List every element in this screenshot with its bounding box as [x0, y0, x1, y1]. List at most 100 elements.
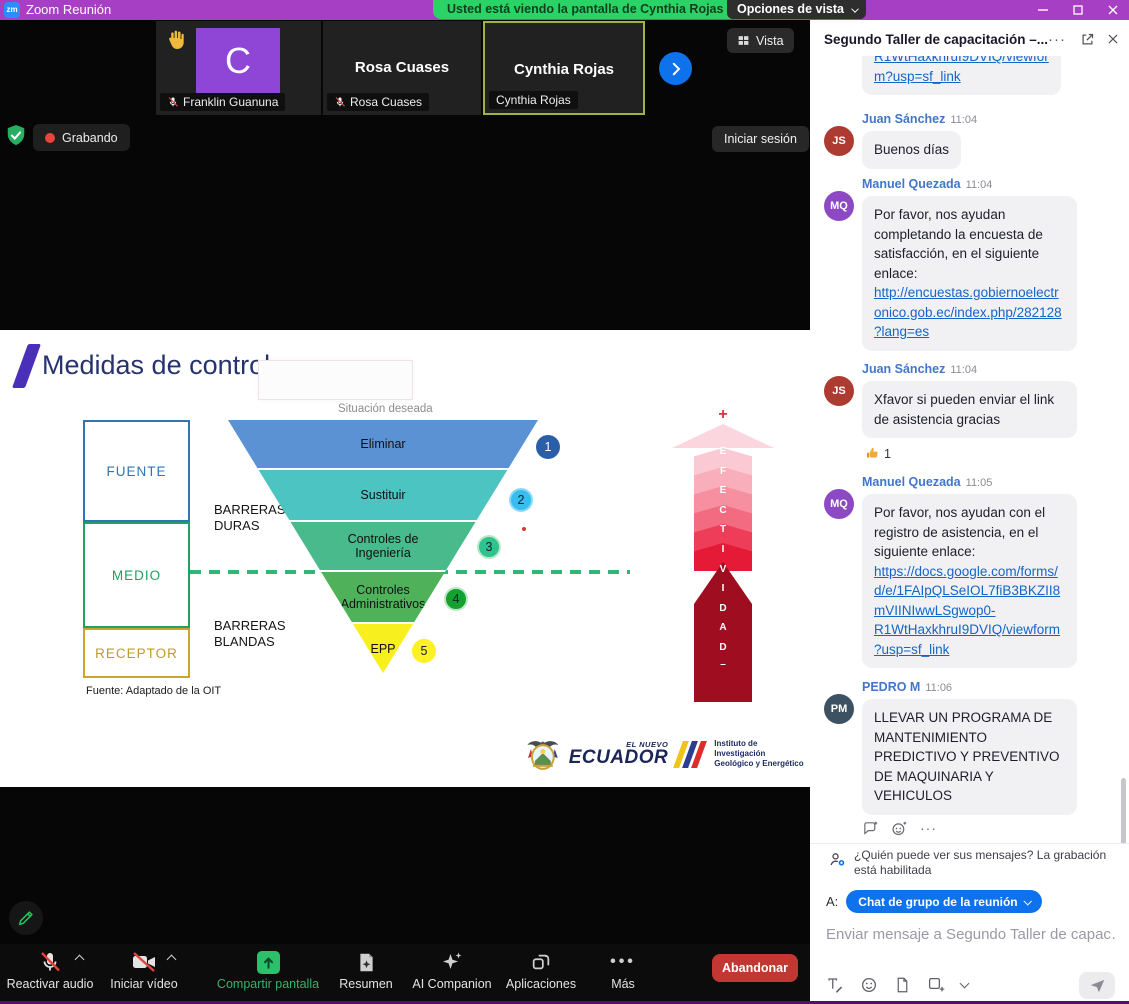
level-number-5: 5	[412, 639, 436, 663]
chat-message: PEDRO M11:06 PM LLEVAR UN PROGRAMA DE MA…	[810, 680, 1121, 815]
thumbs-up-reaction[interactable]: 1	[865, 446, 891, 461]
receptor-box: RECEPTOR	[83, 628, 190, 678]
participant-tile-franklin[interactable]: C Franklin Guanuna	[156, 21, 321, 115]
view-options-button[interactable]: Opciones de vista	[727, 0, 866, 19]
message-time: 11:04	[966, 179, 993, 191]
chat-link[interactable]: http://encuestas.gobiernoelectronico.gob…	[874, 285, 1062, 339]
chat-header: Segundo Taller de capacitación –... ···	[810, 20, 1129, 56]
chat-scrollbar[interactable]	[1121, 778, 1126, 843]
participant-tile-cynthia-active[interactable]: Cynthia Rojas Cynthia Rojas	[483, 21, 645, 115]
apps-icon	[530, 951, 552, 973]
more-dots-icon: •••	[610, 949, 636, 975]
level-number-1: 1	[536, 435, 560, 459]
chevron-down-icon	[1023, 897, 1031, 905]
barreras-duras-label: BARRERASDURAS	[214, 502, 286, 533]
medio-box: MEDIO	[83, 522, 190, 628]
leave-meeting-button[interactable]: Abandonar	[712, 954, 798, 982]
sender-name: Juan Sánchez	[862, 112, 945, 126]
message-hover-actions: ···	[862, 820, 937, 842]
start-video-button[interactable]: Iniciar vídeo	[98, 949, 190, 991]
chat-close-icon[interactable]	[1104, 30, 1122, 48]
minus-sign: –	[720, 655, 726, 675]
screenshot-icon[interactable]	[927, 976, 945, 994]
participant-name-tag: Cynthia Rojas	[489, 91, 578, 109]
next-participants-button[interactable]	[659, 52, 692, 85]
share-screen-icon	[257, 951, 280, 974]
recording-indicator: Grabando	[33, 124, 130, 151]
pencil-icon	[16, 908, 36, 928]
zoom-logo-icon: zm	[4, 2, 20, 18]
chat-message-list[interactable]: R1WtHaxkhruI9DVIQ/viewfor m?usp=sf_link …	[810, 56, 1129, 843]
participant-avatar: C	[196, 28, 280, 93]
more-button[interactable]: ••• Más	[594, 949, 652, 991]
apps-button[interactable]: Aplicaciones	[500, 949, 582, 991]
el-nuevo-ecuador-wordmark: EL NUEVO ECUADOR	[569, 740, 669, 769]
unmute-audio-button[interactable]: Reactivar audio	[0, 949, 100, 991]
message-time: 11:05	[966, 477, 993, 489]
audience-selector[interactable]: Chat de grupo de la reunión	[846, 890, 1041, 913]
window-titlebar: zm Zoom Reunión Usted está viendo la pan…	[0, 0, 1129, 20]
pyramid-level-eliminar: Eliminar	[228, 420, 538, 470]
send-plane-icon	[1089, 977, 1106, 994]
participant-name-tag: Franklin Guanuna	[160, 93, 285, 111]
level-number-3: 3	[477, 535, 501, 559]
flag-stripes-icon	[678, 741, 702, 768]
view-button[interactable]: Vista	[727, 28, 794, 53]
share-screen-button[interactable]: Compartir pantalla	[212, 949, 324, 991]
chat-more-button[interactable]: ···	[1048, 30, 1066, 48]
summary-doc-icon	[356, 951, 377, 974]
situacion-deseada-label: Situación deseada	[338, 403, 433, 415]
send-message-button[interactable]	[1079, 972, 1115, 999]
attach-file-icon[interactable]	[894, 976, 911, 994]
compose-options-caret[interactable]	[960, 979, 970, 989]
reply-in-thread-icon[interactable]	[862, 820, 879, 842]
format-text-icon[interactable]	[826, 976, 844, 994]
chat-link[interactable]: m?usp=sf_link	[874, 69, 961, 84]
chevron-down-icon	[851, 5, 859, 13]
ai-companion-button[interactable]: AI Companion	[404, 949, 500, 991]
to-label: A:	[826, 894, 838, 909]
thumbs-up-icon	[865, 446, 880, 461]
avatar: JS	[824, 376, 854, 406]
slide-title: Medidas de control	[42, 350, 270, 381]
efectividad-arrow: + EF EC TI VI DA D –	[672, 408, 774, 692]
close-button[interactable]	[1106, 3, 1120, 17]
avatar: PM	[824, 694, 854, 724]
compose-toolbar	[826, 976, 968, 994]
mic-muted-icon	[334, 96, 346, 108]
chat-link[interactable]: https://docs.google.com/forms/d/e/1FAIpQ…	[874, 564, 1060, 657]
source-note: Fuente: Adaptado de la OIT	[86, 685, 221, 697]
chat-link[interactable]: R1WtHaxkhruI9DVIQ/viewfor	[874, 56, 1049, 64]
chevron-right-icon	[667, 60, 685, 78]
message-bubble: Por favor, nos ayudan con el registro de…	[862, 494, 1077, 668]
emoji-icon[interactable]	[860, 976, 878, 994]
annotate-button[interactable]	[9, 901, 43, 935]
avatar: MQ	[824, 489, 854, 519]
message-time: 11:04	[950, 114, 977, 126]
meeting-main-area: C Franklin Guanuna Rosa Cuases Rosa Cuas…	[0, 20, 810, 1001]
message-bubble: Xfavor si pueden enviar el link de asist…	[862, 381, 1077, 438]
sign-in-button[interactable]: Iniciar sesión	[712, 126, 809, 152]
privacy-icon	[828, 850, 847, 874]
mic-muted-icon	[167, 96, 179, 108]
message-more-icon[interactable]: ···	[920, 820, 937, 842]
video-thumbnail-strip: C Franklin Guanuna Rosa Cuases Rosa Cuas…	[0, 20, 810, 116]
message-bubble: LLEVAR UN PROGRAMA DE MANTENIMIENTO PRED…	[862, 699, 1077, 815]
blurred-overlay-box	[258, 360, 413, 400]
message-bubble: Por favor, nos ayudan completando la enc…	[862, 196, 1077, 351]
participant-tile-rosa[interactable]: Rosa Cuases Rosa Cuases	[323, 21, 481, 115]
meeting-toolbar: Reactivar audio Iniciar vídeo Compartir …	[0, 944, 810, 1001]
viewing-banner: Usted está viendo la pantalla de Cynthia…	[433, 0, 737, 19]
minimize-button[interactable]	[1036, 3, 1050, 17]
summary-button[interactable]: Resumen	[330, 949, 402, 991]
ai-sparkle-icon	[440, 950, 464, 974]
maximize-button[interactable]	[1071, 3, 1085, 17]
chat-message: Manuel Quezada11:05 MQ Por favor, nos ay…	[810, 475, 1121, 668]
efectividad-letters: EF EC TI VI DA D –	[694, 442, 752, 674]
pop-out-icon[interactable]	[1078, 30, 1096, 48]
chat-message: Juan Sánchez11:04 JS Buenos días	[810, 112, 1121, 169]
chat-message-input[interactable]	[826, 926, 1116, 943]
participant-display-name: Rosa Cuases	[323, 59, 481, 76]
add-reaction-icon[interactable]	[891, 820, 908, 842]
coat-of-arms-icon	[525, 737, 561, 771]
